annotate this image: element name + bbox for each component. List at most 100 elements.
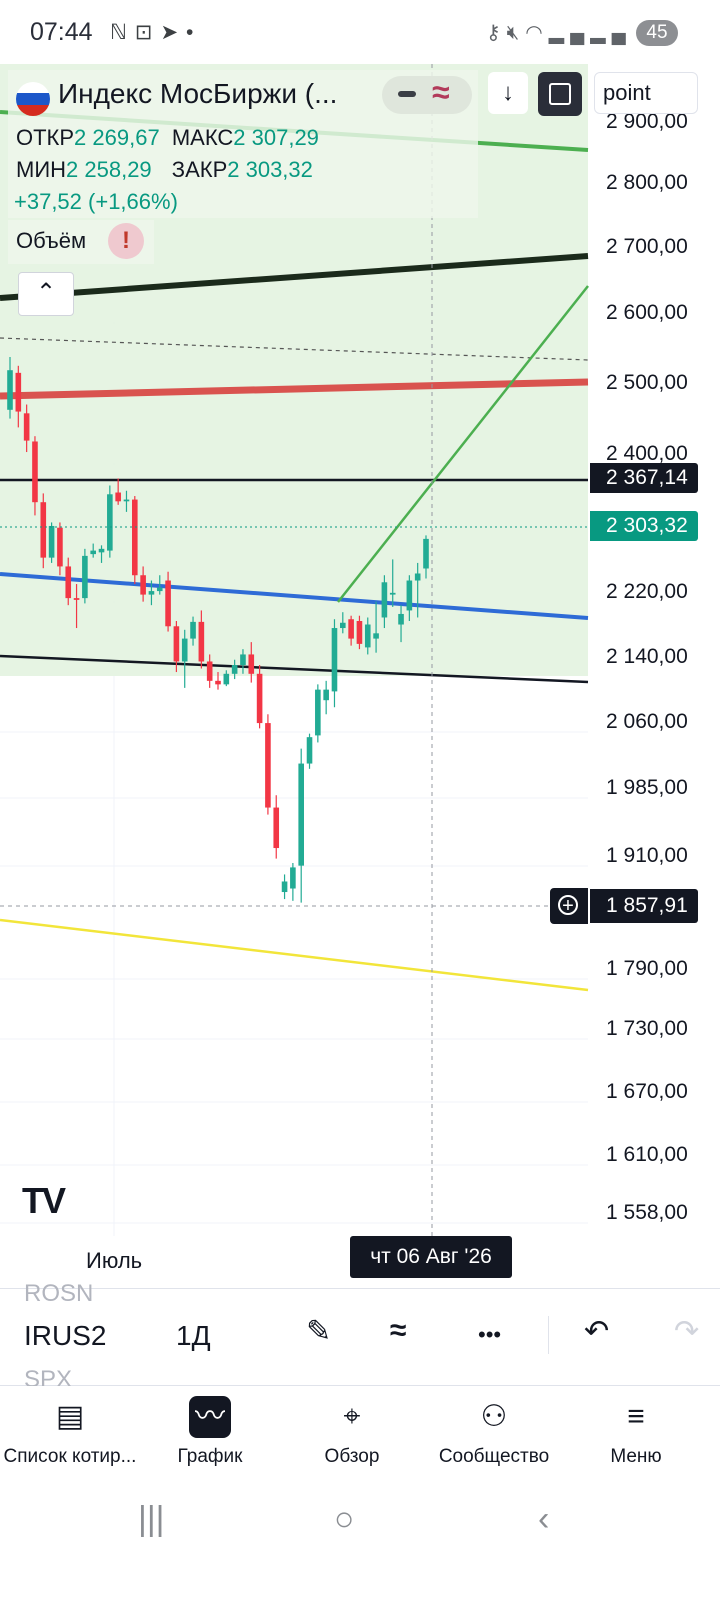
status-time: 07:44: [30, 18, 93, 46]
price-tick-label: 2 800,00: [606, 171, 688, 194]
nav-menu[interactable]: ≡ Меню: [596, 1396, 676, 1468]
fullscreen-button[interactable]: [538, 72, 582, 116]
chevron-up-icon: ⌃: [35, 279, 57, 306]
candle[interactable]: [306, 733, 313, 769]
mute-icon: 🔇︎: [506, 22, 526, 44]
candle[interactable]: [40, 493, 47, 569]
notification-n-icon: ℕ: [110, 21, 135, 44]
wifi-icon: ◠: [525, 22, 549, 44]
nav-overview[interactable]: ⌖ Обзор: [302, 1396, 402, 1468]
price-tick-label: 1 790,00: [606, 957, 688, 980]
candle[interactable]: [281, 874, 288, 900]
low-value: 2 258,29: [66, 157, 152, 182]
candle[interactable]: [165, 571, 171, 632]
price-tick-label: 2 700,00: [606, 235, 688, 258]
price-tick-label: 1 670,00: [606, 1080, 688, 1103]
plus-circle-icon: +: [558, 895, 578, 916]
candle[interactable]: [298, 748, 304, 903]
nav-community[interactable]: ⚇ Сообщество: [434, 1396, 554, 1468]
last-price-tag: 2 303,32: [590, 511, 698, 541]
price-tick-label: 2 220,00: [606, 580, 688, 603]
price-tick-label: 2 500,00: [606, 371, 688, 394]
crosshair-date-tag: чт 06 Авг '26: [350, 1236, 512, 1278]
home-button[interactable]: ○: [334, 1500, 355, 1539]
candle[interactable]: [290, 863, 296, 901]
price-tick-label: 2 140,00: [606, 645, 688, 668]
candle[interactable]: [273, 795, 280, 859]
nav-label: Обзор: [324, 1446, 380, 1467]
price-tick-label: 1 985,00: [606, 776, 688, 799]
collapse-legend-button[interactable]: ⌃: [18, 272, 74, 316]
price-tick-label: 2 400,00: [606, 442, 688, 465]
candle[interactable]: [132, 496, 138, 585]
price-tick-label: 1 558,00: [606, 1201, 688, 1224]
screenshot-icon: ⊡: [134, 21, 161, 44]
price-axis: 2 900,002 800,002 700,002 600,002 500,00…: [606, 110, 688, 1224]
back-button[interactable]: ‹: [538, 1500, 549, 1539]
candle[interactable]: [315, 684, 321, 743]
crosshair-price-tag: 1 857,91: [590, 889, 698, 923]
candle[interactable]: [107, 485, 113, 558]
price-tick-label: 1 610,00: [606, 1143, 688, 1166]
nav-label: График: [177, 1446, 243, 1467]
high-value: 2 307,29: [233, 125, 319, 150]
russia-flag-icon: [16, 82, 50, 116]
undo-icon[interactable]: ↶: [584, 1314, 609, 1349]
ohlc-row-2: МИН2 258,29 ЗАКР2 303,32: [16, 157, 313, 183]
more-icon[interactable]: •••: [478, 1322, 501, 1348]
ohlc-row-1: ОТКР2 269,67 МАКС2 307,29: [16, 125, 319, 151]
price-tick-label: 2 600,00: [606, 301, 688, 324]
system-icons: ⚷🔇︎◠▂▄▂▄: [486, 20, 632, 45]
volume-label[interactable]: Объём: [16, 228, 86, 254]
open-value: 2 269,67: [74, 125, 160, 150]
pencil-icon[interactable]: ✎: [306, 1314, 331, 1349]
chart-icon: 〰: [189, 1396, 231, 1438]
legend-toggle-pill[interactable]: [382, 76, 472, 114]
interval-selector[interactable]: 1Д: [176, 1320, 211, 1352]
minus-icon[interactable]: [398, 91, 416, 97]
nav-watchlist[interactable]: ▤ Список котир...: [0, 1396, 140, 1468]
candle[interactable]: [331, 619, 338, 708]
indicator-wave-icon[interactable]: ≈: [432, 74, 450, 111]
change-value: +37,52 (+1,66%): [14, 189, 178, 214]
month-label: Июль: [86, 1248, 143, 1273]
price-tick-label: 1 730,00: [606, 1017, 688, 1040]
symbol-title[interactable]: Индекс МосБиржи (...: [58, 78, 337, 110]
chart-toolbar: [0, 1288, 720, 1386]
download-button[interactable]: ↓: [488, 72, 528, 114]
signal-icon: ▂▄: [590, 22, 632, 44]
watchlist-icon: ▤: [55, 1400, 85, 1433]
nav-label: Список котир...: [3, 1446, 137, 1467]
crosshair-add-button[interactable]: +: [550, 888, 588, 924]
high-label: МАКС: [171, 125, 234, 150]
line-price-tag: 2 367,14: [590, 463, 698, 493]
nav-label: Меню: [610, 1446, 662, 1467]
battery-indicator: 45: [636, 20, 678, 46]
point-input[interactable]: [594, 72, 698, 114]
notification-icons: ℕ⊡➤•: [110, 20, 201, 45]
candle[interactable]: [323, 680, 329, 715]
tradingview-logo-icon: TV: [22, 1180, 66, 1221]
symbol-selector[interactable]: IRUS2: [24, 1320, 106, 1352]
nav-chart[interactable]: 〰 График: [160, 1396, 260, 1468]
previous-symbol[interactable]: ROSN: [24, 1280, 93, 1308]
nav-label: Сообщество: [438, 1446, 550, 1467]
open-label: ОТКР: [16, 125, 75, 150]
toolbar-divider: [548, 1316, 549, 1354]
recent-apps-button[interactable]: |||: [138, 1500, 165, 1539]
vpn-key-icon: ⚷: [486, 22, 507, 44]
candle[interactable]: [48, 522, 55, 563]
indicators-icon[interactable]: ≈: [390, 1314, 406, 1348]
dot-icon: •: [186, 21, 202, 44]
fullscreen-icon: [549, 83, 571, 105]
candle[interactable]: [256, 665, 263, 729]
low-label: МИН: [16, 157, 67, 182]
candle[interactable]: [265, 714, 271, 815]
close-label: ЗАКР: [171, 157, 228, 182]
volume-alert-icon[interactable]: !: [108, 223, 144, 259]
redo-icon[interactable]: ↷: [674, 1314, 699, 1349]
close-value: 2 303,32: [227, 157, 313, 182]
candle[interactable]: [82, 548, 88, 604]
menu-icon: ≡: [627, 1400, 645, 1433]
price-tick-label: 1 910,00: [606, 844, 688, 867]
